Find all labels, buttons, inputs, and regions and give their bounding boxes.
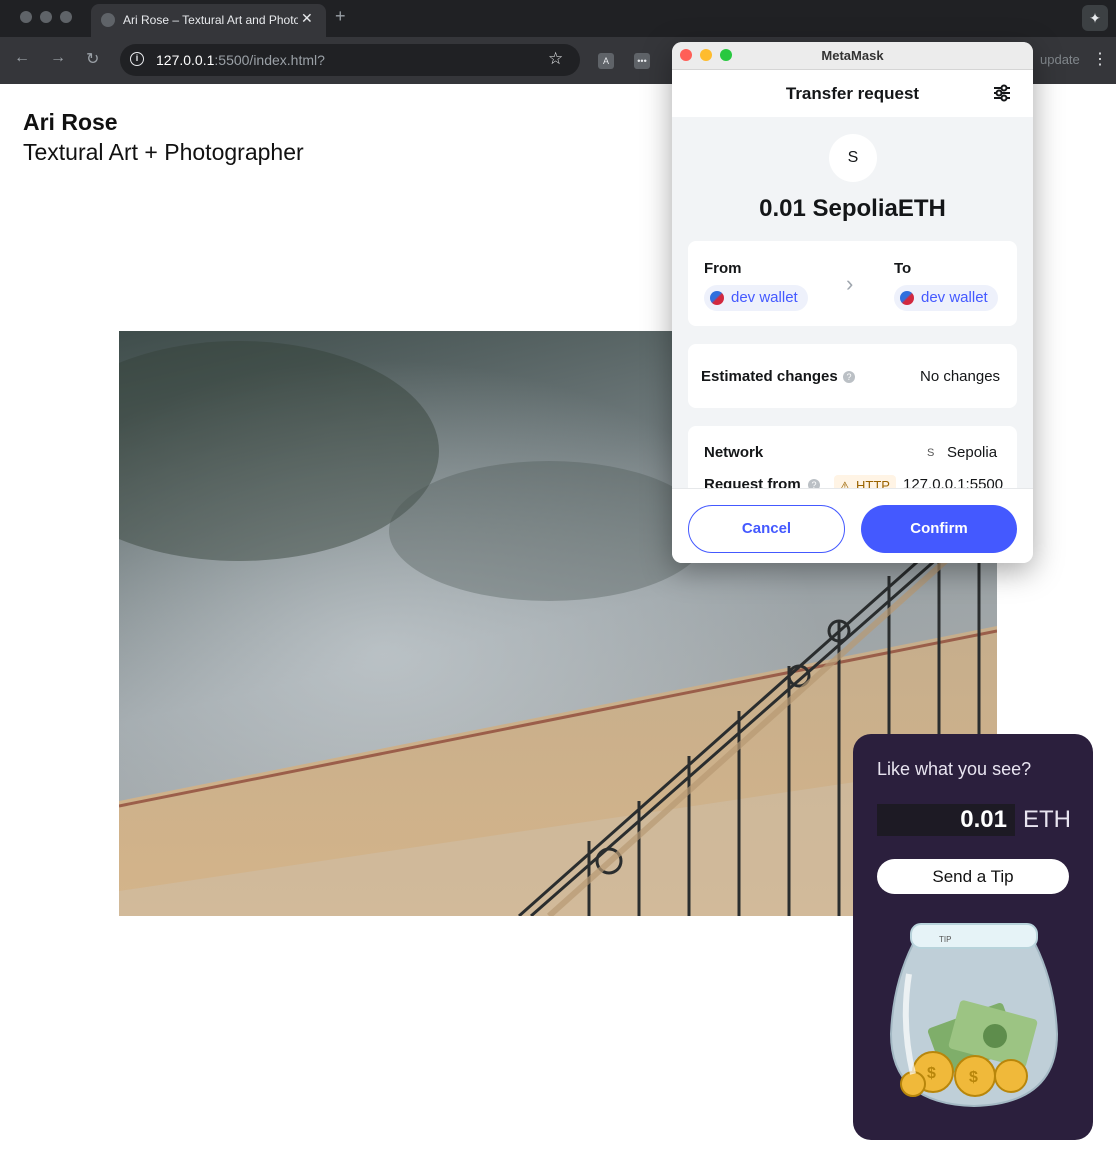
from-account-name: dev wallet [731,289,798,306]
address-url[interactable]: 127.0.0.1:5500/index.html? [156,52,325,68]
estimated-changes-label: Estimated changes [701,368,838,385]
tip-jar-label: TIP [939,935,951,944]
address-bar[interactable]: i 127.0.0.1:5500/index.html? ☆ [120,44,580,76]
popup-minimize-control[interactable] [700,49,712,61]
globe-icon [101,13,115,27]
metamask-popup: MetaMask Transfer request S 0.01 Sepolia… [672,42,1033,563]
update-label[interactable]: update [1040,52,1080,67]
window-zoom-control[interactable] [60,11,72,23]
tab-close-icon[interactable]: ✕ [301,10,313,27]
popup-zoom-control[interactable] [720,49,732,61]
from-account-pill[interactable]: dev wallet [704,285,808,311]
browser-menu-icon[interactable]: ⋮ [1092,49,1108,69]
bookmark-star-icon[interactable]: ☆ [548,49,563,69]
forward-arrow-icon[interactable]: → [50,49,66,67]
from-label: From [704,260,742,277]
artist-name: Ari Rose [23,109,118,135]
advanced-settings-icon[interactable] [992,83,1012,103]
url-path: :5500/index.html? [214,52,325,68]
tab-title: Ari Rose – Textural Art and Photographer [123,13,298,27]
metamask-window-title: MetaMask [821,48,884,63]
tip-widget: Like what you see? 0.01 ETH Send a Tip T… [853,734,1093,1140]
confirmation-footer: Cancel Confirm [672,488,1033,563]
artist-subtitle: Textural Art + Photographer [23,139,304,165]
back-arrow-icon[interactable]: ← [14,49,30,67]
confirm-button[interactable]: Confirm [861,505,1017,553]
to-account-pill[interactable]: dev wallet [894,285,998,311]
account-avatar-icon [710,291,724,305]
info-icon[interactable]: ? [843,371,855,383]
site-info-icon[interactable]: i [130,52,144,66]
new-tab-button[interactable]: + [335,6,346,27]
svg-text:$: $ [927,1065,936,1082]
window-close-control[interactable] [20,11,32,23]
extension-icon[interactable]: A [598,53,614,69]
send-tip-button[interactable]: Send a Tip [877,859,1069,894]
url-host: 127.0.0.1 [156,52,215,68]
tip-jar-illustration: TIP $ $ [883,914,1065,1114]
metamask-window-titlebar: MetaMask [672,42,1033,70]
confirmation-header: Transfer request [672,70,1033,117]
tip-currency-label: ETH [1023,806,1071,833]
extension-more-icon[interactable]: ••• [634,53,650,69]
sparkle-icon[interactable]: ✦ [1082,5,1108,31]
confirmation-title: Transfer request [785,84,920,103]
account-avatar-icon [900,291,914,305]
svg-text:$: $ [969,1069,978,1086]
network-label: Network [704,444,764,461]
browser-tab-strip: Ari Rose – Textural Art and Photographer… [0,0,1116,37]
window-minimize-control[interactable] [40,11,52,23]
network-icon: S [927,447,935,459]
transfer-amount: 0.01 SepoliaETH [759,195,946,222]
browser-tab-active[interactable]: Ari Rose – Textural Art and Photographer… [91,4,326,37]
to-account-name: dev wallet [921,289,988,306]
network-value: Sepolia [947,444,998,461]
tip-amount-input[interactable]: 0.01 [877,804,1015,836]
chevron-right-icon: › [846,271,854,296]
token-avatar: S [829,134,877,182]
cancel-button[interactable]: Cancel [688,505,845,553]
reload-icon[interactable]: ↻ [86,49,99,69]
popup-close-control[interactable] [680,49,692,61]
estimated-changes-value: No changes [920,368,1001,385]
tip-prompt: Like what you see? [877,759,1032,779]
from-to-card: From dev wallet › To dev wallet [688,241,1017,326]
to-label: To [894,260,912,277]
estimated-changes-card: Estimated changes ? No changes [688,344,1017,408]
